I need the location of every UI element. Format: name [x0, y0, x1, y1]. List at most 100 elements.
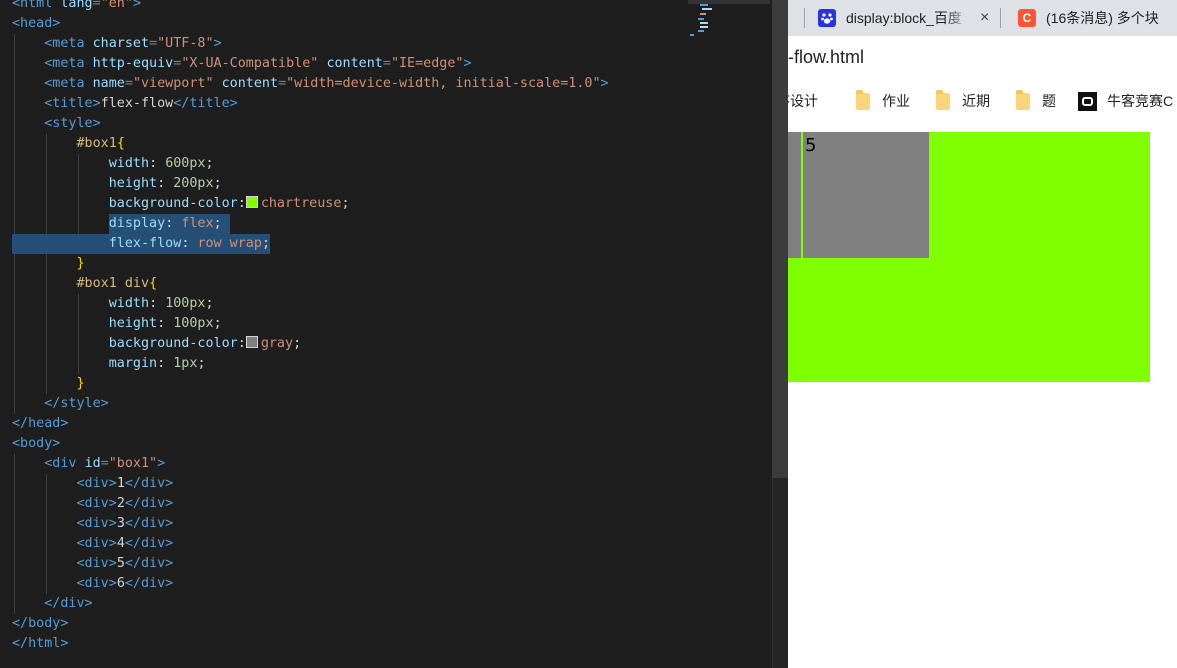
code-line[interactable]: #box1{ [0, 134, 772, 154]
code-editor[interactable]: <html lang="en"> <head> <meta charset="UT… [0, 0, 772, 668]
code-line[interactable]: flex-flow: row wrap; [0, 234, 772, 254]
code-line[interactable]: <div>4</div> [0, 534, 772, 554]
code-line[interactable]: <div>1</div> [0, 474, 772, 494]
code-line[interactable]: width: 100px; [0, 294, 772, 314]
code-area[interactable]: <html lang="en"> <head> <meta charset="UT… [0, 0, 772, 654]
code-token: flex [181, 216, 214, 231]
minimap[interactable] [688, 0, 728, 40]
code-line[interactable]: </style> [0, 394, 772, 414]
code-token: > [463, 56, 472, 71]
folder-icon [936, 89, 950, 110]
code-line[interactable]: </head> [0, 414, 772, 434]
code-token: ; [197, 356, 206, 371]
code-line[interactable]: <div>2</div> [0, 494, 772, 514]
code-token: chartreuse [260, 196, 342, 211]
minimap-viewport[interactable] [688, 0, 770, 4]
code-line[interactable]: height: 100px; [0, 314, 772, 334]
baidu-icon [818, 9, 836, 27]
code-token: display [108, 216, 166, 231]
editor-scrollbar-thumb[interactable] [772, 0, 788, 478]
code-line[interactable]: display: flex; [0, 214, 772, 234]
code-token: </div> [124, 576, 174, 591]
tab-separator [1000, 8, 1001, 28]
color-swatch-icon[interactable] [245, 196, 258, 208]
code-token: <head> [12, 16, 61, 31]
code-token: = [382, 56, 391, 71]
code-line[interactable]: } [0, 254, 772, 274]
url-text[interactable]: -flow.html [788, 47, 864, 68]
code-token: content [221, 76, 279, 91]
code-token: margin [108, 356, 158, 371]
code-line[interactable]: <meta http-equiv = "X-UA-Compatible" conte… [0, 54, 772, 74]
code-line[interactable]: <div id="box1"> [0, 454, 772, 474]
code-line[interactable]: height: 200px; [0, 174, 772, 194]
color-swatch-icon[interactable] [245, 336, 258, 348]
flex-container-box1: 4 5 [788, 132, 1150, 382]
code-token: : [237, 196, 246, 211]
bookmark-item[interactable]: 序设计 [788, 90, 818, 112]
code-line[interactable]: <title>flex-flow</title> [0, 94, 772, 114]
code-token: { [149, 276, 158, 291]
code-line[interactable]: </div> [0, 594, 772, 614]
code-line[interactable]: background-color: gray; [0, 334, 772, 354]
tab-baidu[interactable]: display:block_百度 × [818, 0, 989, 36]
code-token: row wrap [197, 236, 262, 251]
code-token: 1px [173, 356, 198, 371]
code-token: <body> [12, 436, 61, 451]
code-line[interactable]: margin: 1px; [0, 354, 772, 374]
code-line[interactable]: </html> [0, 634, 772, 654]
bookmark-folder-recent[interactable]: 近期 [936, 89, 990, 112]
bookmark-nowcoder[interactable]: 牛客竞赛C [1078, 90, 1173, 112]
code-token: > [600, 76, 609, 91]
code-token: content [326, 56, 383, 71]
code-token: 5 [116, 556, 125, 571]
close-tab-icon[interactable]: × [980, 9, 989, 27]
code-line[interactable]: <style> [0, 114, 772, 134]
code-token: ; [205, 156, 214, 171]
bookmarks-bar: 序设计 作业 近期 题 牛客竞赛C [788, 80, 1177, 123]
code-line[interactable]: <html lang="en"> [0, 0, 772, 14]
bookmark-label: 作业 [882, 93, 910, 109]
tab-csdn[interactable]: C (16条消息) 多个块 [1018, 0, 1159, 36]
tab-label: display:block_百度 [846, 10, 962, 26]
code-token: </style> [44, 396, 109, 411]
bookmark-folder-problems[interactable]: 题 [1016, 89, 1056, 112]
address-bar[interactable]: -flow.html [788, 36, 1177, 81]
flex-item-4: 4 [788, 132, 801, 258]
bookmark-folder-homework[interactable]: 作业 [856, 89, 910, 112]
bookmark-label: 近期 [962, 93, 990, 109]
code-line[interactable]: width: 600px; [0, 154, 772, 174]
code-token: > [132, 0, 141, 11]
nowcoder-icon [1078, 91, 1097, 111]
code-line[interactable]: } [0, 374, 772, 394]
code-line[interactable]: <head> [0, 14, 772, 34]
code-token: height [108, 176, 158, 191]
code-line[interactable]: <div>5</div> [0, 554, 772, 574]
code-token: width [108, 156, 150, 171]
code-line[interactable]: <div>3</div> [0, 514, 772, 534]
code-line[interactable]: <meta charset="UTF-8"> [0, 34, 772, 54]
code-token: ; [213, 316, 222, 331]
browser-window: display:block_百度 × C (16条消息) 多个块 -flow.h… [788, 0, 1177, 668]
code-token: <div> [76, 516, 117, 531]
code-line[interactable]: <body> [0, 434, 772, 454]
code-token: <style> [44, 116, 101, 131]
code-line[interactable]: <meta name="viewport" content="width=dev… [0, 74, 772, 94]
code-token: > [213, 36, 222, 51]
code-token: 2 [116, 496, 125, 511]
code-token: ; [293, 336, 302, 351]
code-token: : [237, 336, 246, 351]
code-line[interactable]: #box1 div{ [0, 274, 772, 294]
code-line[interactable]: <div>6</div> [0, 574, 772, 594]
code-line[interactable]: background-color: chartreuse; [0, 194, 772, 214]
code-token: "width=device-width, initial-scale=1.0" [286, 76, 601, 91]
code-token: </div> [44, 596, 93, 611]
code-line[interactable]: </body> [0, 614, 772, 634]
